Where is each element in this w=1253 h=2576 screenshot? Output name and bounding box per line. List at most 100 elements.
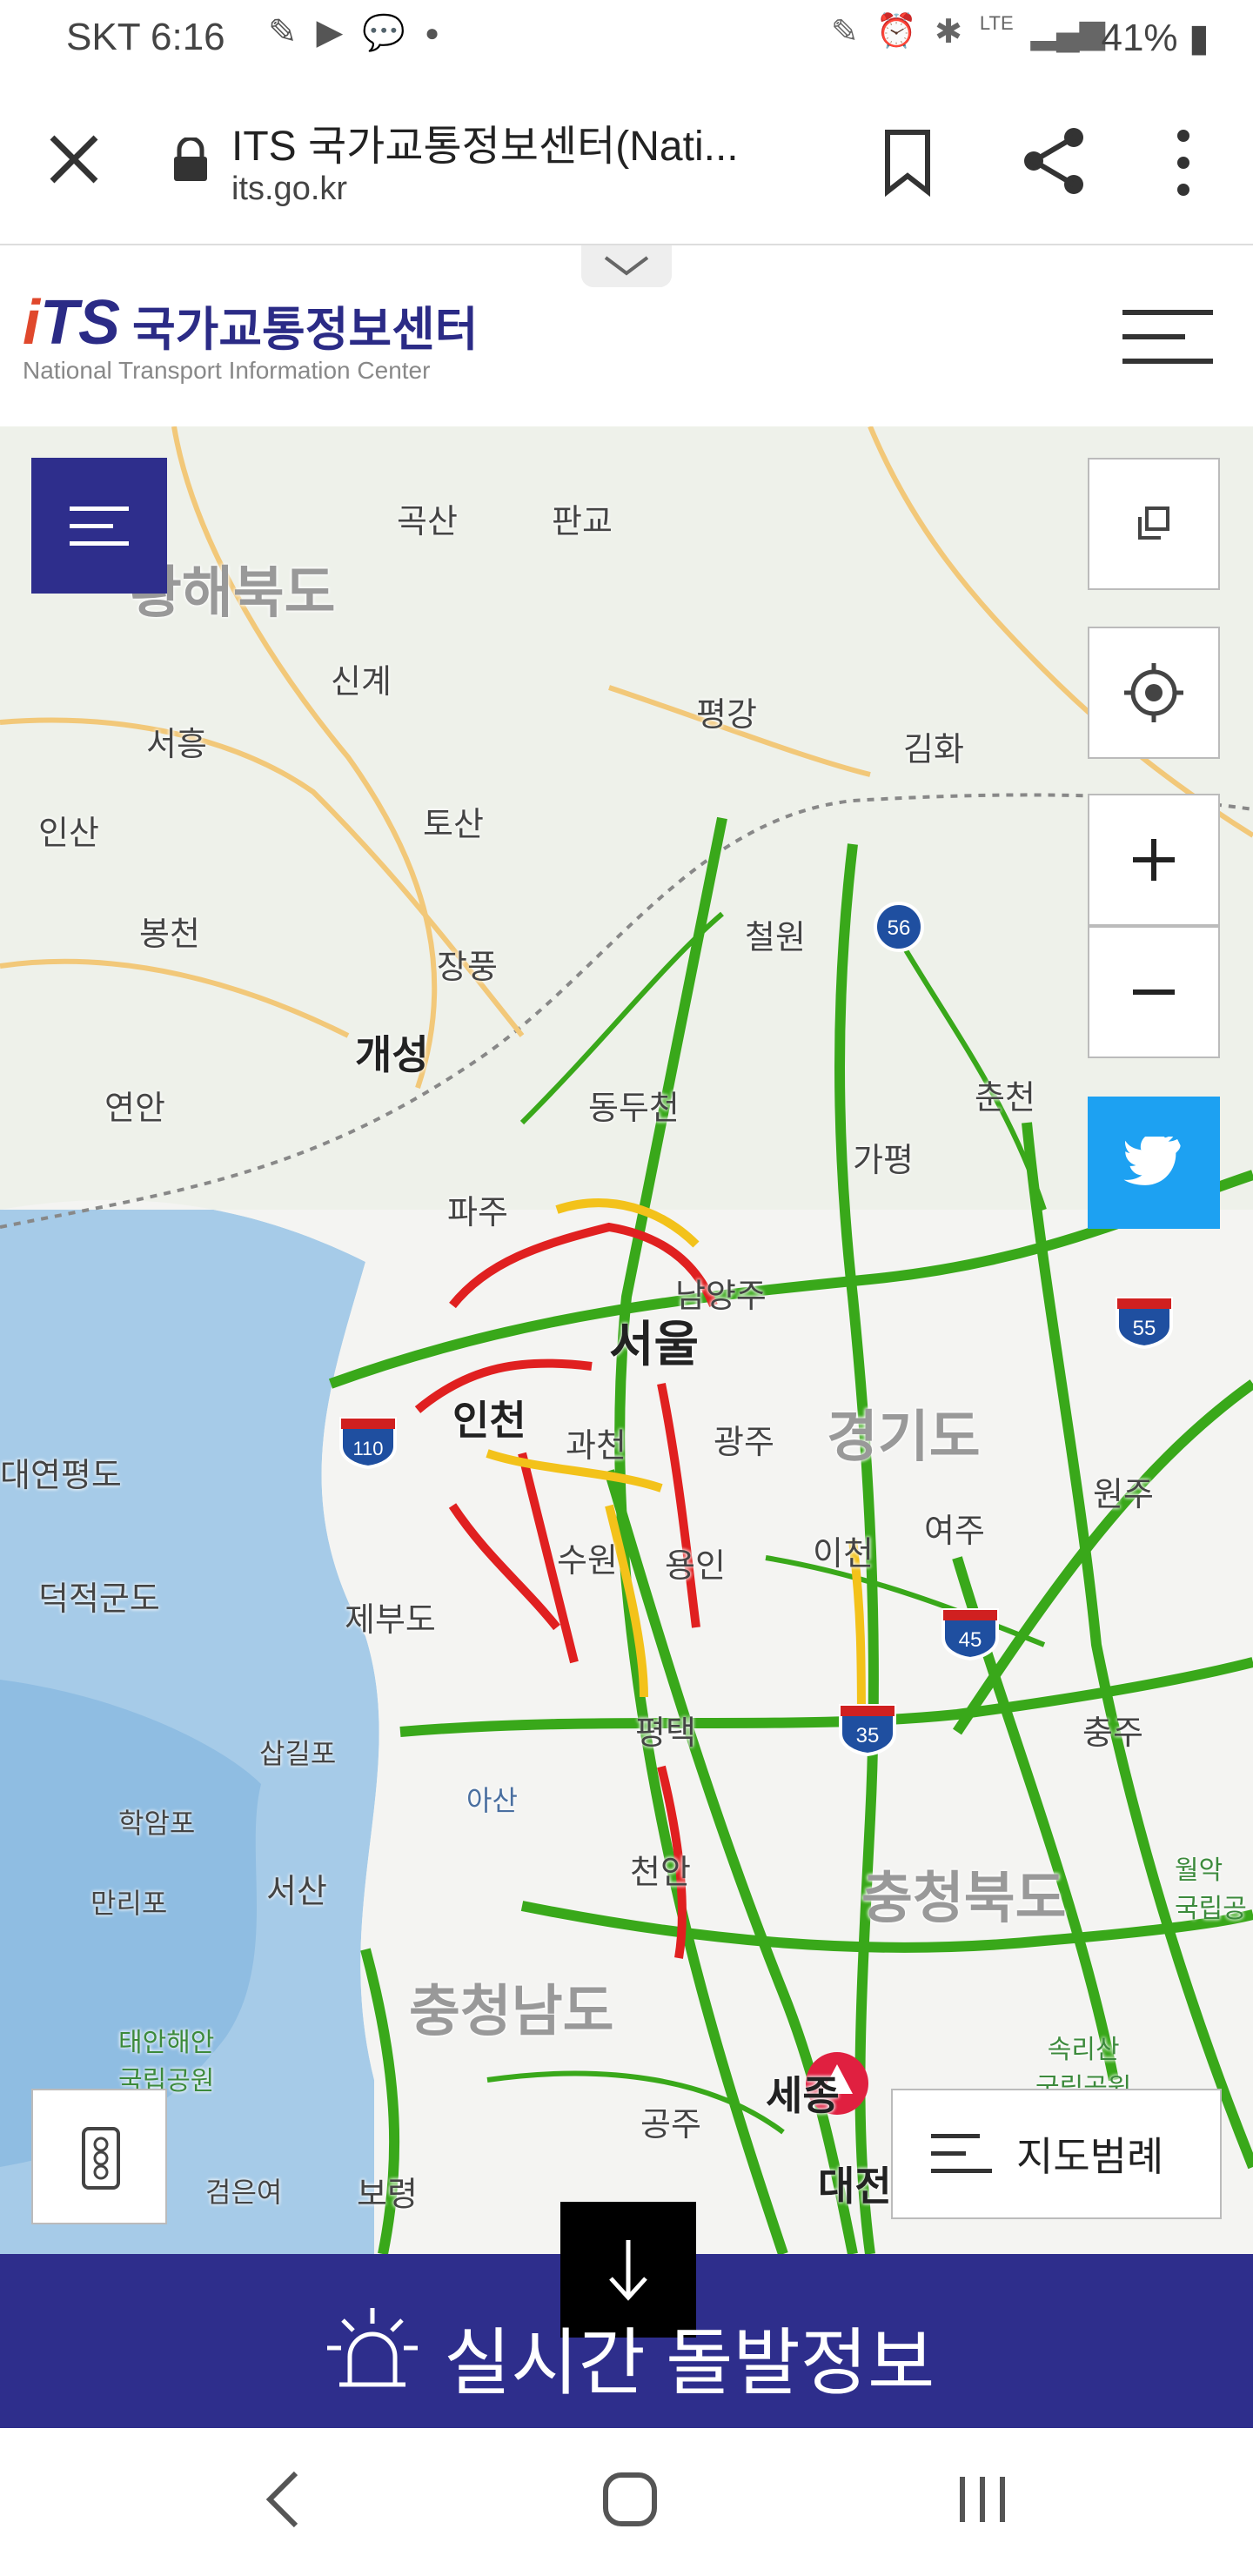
- target-icon: [1124, 663, 1183, 722]
- place-label: 원주: [1093, 1477, 1154, 1513]
- zoom-in-button[interactable]: [1088, 794, 1220, 926]
- place-label: 대전: [818, 2163, 892, 2209]
- place-label: 인산: [38, 815, 99, 852]
- park-label: 태안해안 국립공원: [118, 2029, 215, 2096]
- zoom-out-button[interactable]: [1088, 926, 1220, 1058]
- collapse-header-button[interactable]: [581, 245, 672, 287]
- svg-text:35: 35: [856, 1724, 880, 1748]
- highway-shield: 55: [1116, 1297, 1173, 1349]
- pen-icon: ✎: [830, 14, 859, 50]
- place-label: 동두천: [588, 1090, 680, 1127]
- place-label: 신계: [331, 664, 392, 701]
- map-legend-button[interactable]: 지도범례: [891, 2089, 1222, 2219]
- region-label: 충청북도: [861, 1867, 1067, 1929]
- place-label: 인천: [452, 1398, 526, 1443]
- system-nav-bar: [0, 2428, 1253, 2576]
- place-label: 검은여: [205, 2177, 283, 2208]
- status-bar: SKT 6:16 ✎ ▶ 💬 ● ✎ ⏰ ✱ LTE ▂▄▆ 41% ▮: [0, 0, 1253, 77]
- minus-icon: [1133, 989, 1175, 995]
- nav-back-button[interactable]: [258, 2468, 310, 2531]
- traffic-map[interactable]: 황해북도 경기도 충청북도 충청남도 곡산 판교 신계 평강 서흥 김화 인산 …: [0, 426, 1253, 2254]
- highway-shield: 45: [941, 1608, 999, 1660]
- incident-banner[interactable]: 실시간 돌발정보: [0, 2202, 1253, 2428]
- place-label: 토산: [423, 807, 484, 843]
- place-label: 만리포: [90, 1888, 168, 1919]
- lock-icon: [174, 138, 207, 181]
- place-label: 과천: [566, 1428, 626, 1465]
- bluetooth-icon: ✱: [935, 14, 962, 50]
- place-label: 곡산: [397, 504, 458, 540]
- place-label: 보령: [357, 2177, 418, 2213]
- place-label: 세종: [766, 2073, 840, 2118]
- arrow-down-icon: [609, 2240, 647, 2301]
- place-label: 서흥: [146, 727, 207, 763]
- twitter-icon: [1123, 1137, 1181, 1185]
- highway-shield: 110: [339, 1417, 397, 1469]
- legend-label: 지도범례: [1016, 2134, 1164, 2179]
- status-time: SKT 6:16: [66, 16, 225, 58]
- its-logo[interactable]: iTS: [23, 287, 120, 359]
- site-name-kr: 국가교통정보센터: [132, 304, 479, 356]
- svg-text:110: 110: [352, 1438, 383, 1459]
- map-menu-button[interactable]: [31, 458, 167, 594]
- place-label: 봉천: [139, 916, 200, 953]
- place-label: 춘천: [975, 1080, 1035, 1117]
- place-label: 평강: [696, 697, 757, 734]
- page-url[interactable]: its.go.kr: [231, 171, 347, 208]
- place-label: 학암포: [118, 1808, 196, 1839]
- place-label: 김화: [903, 732, 964, 768]
- place-label: 철원: [745, 920, 806, 956]
- highway-shield: 35: [839, 1704, 896, 1756]
- twitter-button[interactable]: [1088, 1097, 1220, 1229]
- my-location-button[interactable]: [1088, 627, 1220, 759]
- place-label: 파주: [447, 1195, 508, 1231]
- site-header: iTS 국가교통정보센터 National Transport Informat…: [0, 245, 1253, 426]
- site-menu-button[interactable]: [1122, 301, 1213, 374]
- dot-icon: ●: [425, 19, 440, 46]
- place-label: 삽길포: [259, 1738, 337, 1769]
- notification-icons: ✎ ▶ 💬 ●: [268, 12, 439, 53]
- layers-icon: [1138, 506, 1169, 540]
- place-label: 공주: [640, 2107, 701, 2143]
- close-tab-button[interactable]: [44, 129, 104, 190]
- svg-text:45: 45: [959, 1628, 982, 1652]
- battery-level: 41% ▮: [1101, 17, 1209, 59]
- share-button[interactable]: [1016, 124, 1091, 198]
- region-label: 충청남도: [409, 1980, 614, 2043]
- page-title: ITS 국가교통정보센터(Nati...: [231, 124, 739, 170]
- park-label: 월악 국립공: [1175, 1856, 1247, 1923]
- menu-icon: [70, 506, 129, 546]
- place-label: 덕적군도: [38, 1581, 160, 1618]
- banner-title: 실시간 돌발정보: [444, 2322, 935, 2404]
- place-label: 아산: [466, 1785, 518, 1816]
- svg-text:55: 55: [1133, 1317, 1156, 1340]
- plus-icon: [1133, 839, 1175, 881]
- place-label: 충주: [1082, 1715, 1143, 1752]
- place-label: 판교: [552, 504, 613, 540]
- place-label: 용인: [665, 1548, 726, 1585]
- place-label: 서산: [266, 1874, 327, 1910]
- legend-icon: [931, 2134, 992, 2173]
- feather-icon: ✎: [268, 13, 298, 51]
- highway-shield: 56: [874, 902, 924, 952]
- more-options-button[interactable]: [1157, 124, 1209, 202]
- svg-text:56: 56: [888, 916, 911, 940]
- place-label: 여주: [924, 1513, 985, 1550]
- site-name-en: National Transport Information Center: [23, 357, 431, 384]
- lte-icon: LTE: [979, 12, 1014, 34]
- place-label: 평택: [635, 1715, 696, 1752]
- place-label: 제부도: [345, 1602, 436, 1639]
- bookmark-button[interactable]: [877, 127, 938, 197]
- layer-toggle-button[interactable]: [1088, 458, 1220, 590]
- place-label: 천안: [630, 1855, 691, 1891]
- place-label: 연안: [104, 1090, 165, 1127]
- talk-icon: 💬: [362, 14, 406, 52]
- system-icons: ✎ ⏰ ✱ LTE ▂▄▆: [831, 12, 1105, 51]
- nav-home-button[interactable]: [600, 2470, 660, 2529]
- region-label: 경기도: [827, 1405, 981, 1468]
- place-label: 이천: [813, 1536, 874, 1573]
- nav-recent-apps-button[interactable]: [952, 2470, 1013, 2529]
- place-label: 광주: [714, 1425, 774, 1461]
- traffic-signal-button[interactable]: [31, 2089, 167, 2224]
- place-label: 개성: [355, 1032, 429, 1077]
